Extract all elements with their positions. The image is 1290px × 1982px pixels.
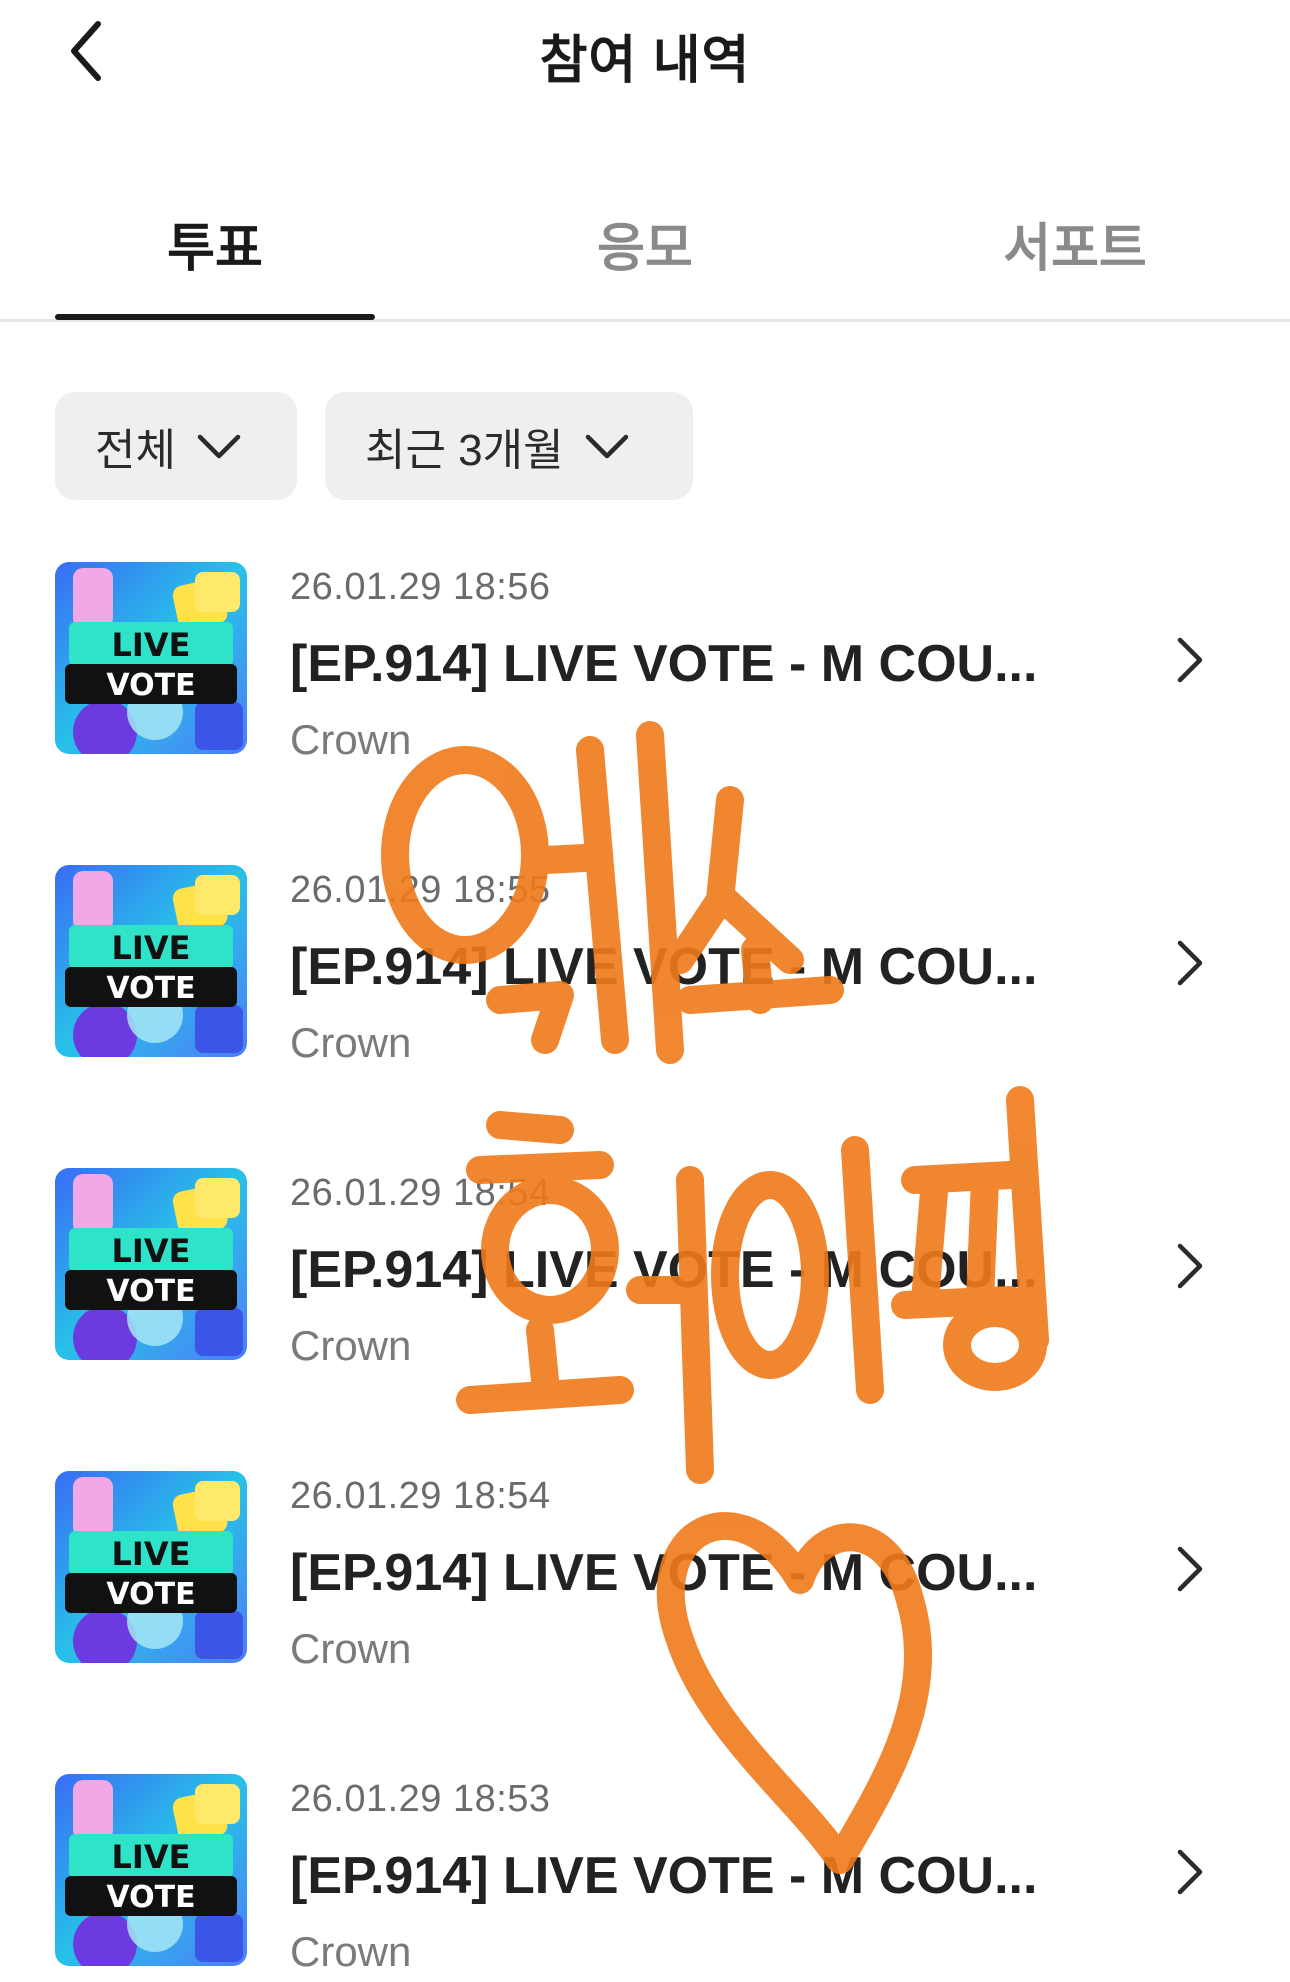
chevron-right-icon	[1177, 940, 1203, 986]
vote-thumbnail: LIVE VOTE	[55, 1168, 247, 1360]
filter-type-dropdown[interactable]: 전체	[55, 392, 297, 500]
chevron-right-icon	[1177, 637, 1203, 683]
page: 참여 내역 투표 응모 서포트 전체 최근 3개월 LIVE VOTE 26.0…	[0, 0, 1290, 1982]
item-subtitle: Crown	[290, 1928, 412, 1975]
list-item[interactable]: LIVE VOTE 26.01.29 18:54 [EP.914] LIVE V…	[0, 1471, 1290, 1774]
live-vote-thumbnail-art: LIVE VOTE	[55, 1168, 247, 1360]
chevron-right-icon	[1177, 1243, 1203, 1289]
chevron-right-icon	[1177, 1546, 1203, 1592]
page-title: 참여 내역	[539, 32, 751, 90]
item-date: 26.01.29 18:54	[290, 1172, 551, 1214]
item-meta: 26.01.29 18:53 [EP.914] LIVE VOTE - M CO…	[290, 1778, 1090, 1976]
list-item[interactable]: LIVE VOTE 26.01.29 18:55 [EP.914] LIVE V…	[0, 865, 1290, 1168]
filter-type-label: 전체	[95, 426, 176, 475]
item-date: 26.01.29 18:56	[290, 566, 551, 608]
tab-bar: 투표 응모 서포트	[0, 190, 1290, 322]
thumb-text-line1: LIVE	[112, 1838, 191, 1876]
filter-period-dropdown[interactable]: 최근 3개월	[325, 392, 693, 500]
thumb-text-line2: VOTE	[106, 668, 195, 703]
thumb-text-line1: LIVE	[112, 929, 191, 967]
vote-thumbnail: LIVE VOTE	[55, 865, 247, 1057]
thumb-text-line1: LIVE	[112, 626, 191, 664]
tab-support[interactable]: 서포트	[915, 190, 1235, 319]
participation-list: LIVE VOTE 26.01.29 18:56 [EP.914] LIVE V…	[0, 562, 1290, 1982]
chevron-right-icon	[1177, 1849, 1203, 1895]
thumb-text-line1: LIVE	[112, 1232, 191, 1270]
item-title: [EP.914] LIVE VOTE - M COU...	[290, 938, 1038, 996]
chevron-down-icon	[585, 434, 628, 459]
list-item[interactable]: LIVE VOTE 26.01.29 18:54 [EP.914] LIVE V…	[0, 1168, 1290, 1471]
chevron-down-icon	[197, 434, 241, 459]
thumb-text-line2: VOTE	[106, 1274, 195, 1309]
item-subtitle: Crown	[290, 716, 412, 763]
list-item[interactable]: LIVE VOTE 26.01.29 18:53 [EP.914] LIVE V…	[0, 1774, 1290, 1982]
item-title: [EP.914] LIVE VOTE - M COU...	[290, 1847, 1038, 1905]
top-bar: 참여 내역	[0, 0, 1290, 120]
live-vote-thumbnail-art: LIVE VOTE	[55, 1774, 247, 1966]
item-subtitle: Crown	[290, 1322, 412, 1369]
filter-bar: 전체 최근 3개월	[55, 392, 693, 500]
item-title: [EP.914] LIVE VOTE - M COU...	[290, 1544, 1038, 1602]
item-subtitle: Crown	[290, 1625, 412, 1672]
thumb-text-line1: LIVE	[112, 1535, 191, 1573]
item-subtitle: Crown	[290, 1019, 412, 1066]
live-vote-thumbnail-art: LIVE VOTE	[55, 865, 247, 1057]
item-date: 26.01.29 18:55	[290, 869, 551, 911]
list-item[interactable]: LIVE VOTE 26.01.29 18:56 [EP.914] LIVE V…	[0, 562, 1290, 865]
item-meta: 26.01.29 18:56 [EP.914] LIVE VOTE - M CO…	[290, 566, 1090, 764]
item-meta: 26.01.29 18:54 [EP.914] LIVE VOTE - M CO…	[290, 1475, 1090, 1673]
live-vote-thumbnail-art: LIVE VOTE	[55, 562, 247, 754]
item-title: [EP.914] LIVE VOTE - M COU...	[290, 1241, 1038, 1299]
filter-period-label: 최근 3개월	[365, 426, 564, 475]
item-title: [EP.914] LIVE VOTE - M COU...	[290, 635, 1038, 693]
item-meta: 26.01.29 18:54 [EP.914] LIVE VOTE - M CO…	[290, 1172, 1090, 1370]
thumb-text-line2: VOTE	[106, 971, 195, 1006]
thumb-text-line2: VOTE	[106, 1880, 195, 1915]
active-tab-indicator	[55, 314, 375, 320]
vote-thumbnail: LIVE VOTE	[55, 562, 247, 754]
item-meta: 26.01.29 18:55 [EP.914] LIVE VOTE - M CO…	[290, 869, 1090, 1067]
tab-vote[interactable]: 투표	[55, 190, 375, 319]
vote-thumbnail: LIVE VOTE	[55, 1774, 247, 1966]
thumb-text-line2: VOTE	[106, 1577, 195, 1612]
tab-entry[interactable]: 응모	[485, 190, 805, 319]
item-date: 26.01.29 18:53	[290, 1778, 551, 1820]
item-date: 26.01.29 18:54	[290, 1475, 551, 1517]
live-vote-thumbnail-art: LIVE VOTE	[55, 1471, 247, 1663]
vote-thumbnail: LIVE VOTE	[55, 1471, 247, 1663]
